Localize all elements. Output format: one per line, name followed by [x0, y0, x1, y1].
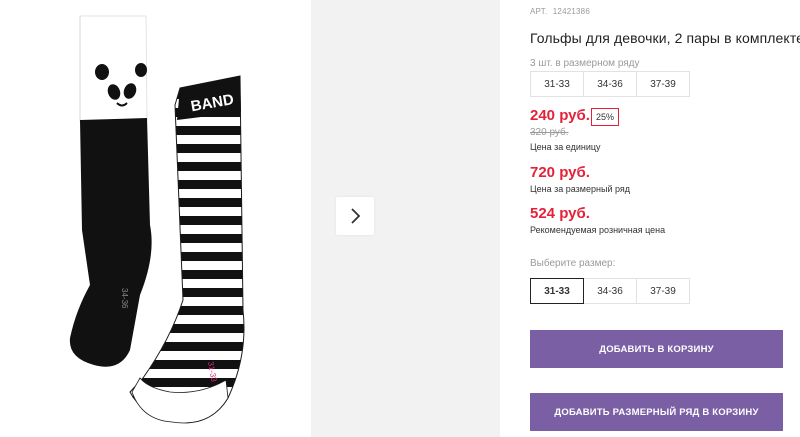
pack-price: 720 руб.	[530, 164, 590, 181]
size-option-37-39[interactable]: 37-39	[636, 278, 690, 304]
sock-size-label-panda: 34-36	[120, 288, 129, 309]
product-gallery: BAND 31-33 34-36	[0, 0, 500, 437]
pack-price-caption: Цена за размерный ряд	[530, 184, 631, 194]
pack-size-31-33: 31-33	[530, 71, 584, 97]
product-title: Гольфы для девочки, 2 пары в комплекте	[530, 30, 800, 46]
add-to-cart-button[interactable]: ДОБАВИТЬ В КОРЗИНУ	[530, 330, 783, 368]
size-select-label: Выберите размер:	[530, 258, 616, 269]
size-selector: 31-33 34-36 37-39	[530, 278, 690, 304]
pack-caption: 3 шт. в размерном ряду	[530, 58, 640, 69]
next-image-button[interactable]	[336, 197, 374, 235]
size-option-34-36[interactable]: 34-36	[583, 278, 637, 304]
pack-size-34-36: 34-36	[583, 71, 637, 97]
article-number: АРТ. 12421386	[530, 7, 590, 16]
chevron-right-icon	[351, 208, 361, 224]
pack-size-list: 31-33 34-36 37-39	[530, 71, 690, 97]
size-option-31-33[interactable]: 31-33	[530, 278, 584, 304]
article-label: АРТ.	[530, 7, 548, 16]
product-photo[interactable]: BAND 31-33 34-36	[50, 0, 270, 437]
discount-badge: 25%	[591, 108, 620, 126]
pack-size-37-39: 37-39	[636, 71, 690, 97]
article-value: 12421386	[552, 7, 590, 16]
old-price: 320 руб.	[530, 127, 569, 138]
unit-price: 240 руб.	[530, 107, 590, 124]
add-pack-to-cart-button[interactable]: ДОБАВИТЬ РАЗМЕРНЫЙ РЯД В КОРЗИНУ	[530, 393, 783, 431]
rrp-caption: Рекомендуемая розничная цена	[530, 225, 666, 235]
panda-sock: 34-36	[69, 15, 152, 367]
rrp-price: 524 руб.	[530, 205, 590, 222]
unit-price-caption: Цена за единицу	[530, 142, 601, 152]
